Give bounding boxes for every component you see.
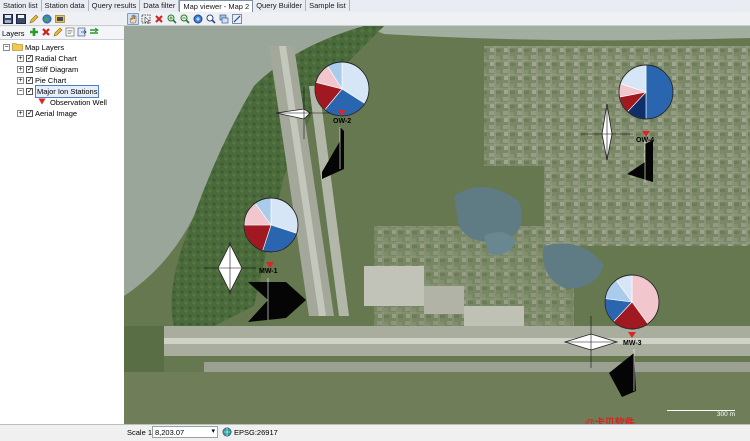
scale-value: 8,203.07 — [155, 428, 185, 437]
layers-tree: − Map Layers + ✓ Radial Chart + ✓ Stiff … — [0, 39, 124, 425]
chevron-down-icon[interactable]: ▾ — [211, 427, 215, 435]
station-label-ow-4[interactable]: OW-4 — [636, 137, 654, 144]
observation-well-mw-3 — [628, 332, 636, 338]
scale-bar: 300 m — [667, 410, 735, 418]
legend-observation-well: Observation Well — [38, 97, 107, 108]
status-bar: Scale 1: 8,203.07 ▾ EPSG:26917 — [0, 424, 750, 441]
map-canvas[interactable]: OW-2 OW-4 MW-1 MW-3 300 m @卡贝软件 — [124, 26, 750, 424]
tab-query-builder[interactable]: Query Builder — [253, 0, 307, 11]
stiff-diagram-ow-4 — [627, 140, 653, 182]
expand-icon[interactable]: + — [17, 55, 24, 62]
layer-item-radial-chart[interactable]: + ✓ Radial Chart — [17, 53, 77, 64]
save-all-icon[interactable] — [15, 13, 27, 25]
edit-layer-icon[interactable] — [53, 27, 63, 39]
layer-item-major-ion-stations[interactable]: − ✓ Major Ion Stations — [17, 85, 100, 98]
layers-title: Layers — [2, 28, 25, 38]
tab-query-results[interactable]: Query results — [89, 0, 141, 11]
layer-label: Aerial Image — [35, 109, 78, 118]
zoom-window-icon[interactable] — [205, 13, 217, 25]
layer-checkbox[interactable]: ✓ — [26, 66, 33, 73]
collapse-icon[interactable]: − — [17, 88, 24, 95]
layer-properties-icon[interactable] — [65, 27, 75, 39]
save-icon[interactable] — [2, 13, 14, 25]
zoom-in-icon[interactable] — [166, 13, 178, 25]
layer-checkbox[interactable]: ✓ — [26, 110, 33, 117]
scale-bar-label: 300 m — [716, 411, 735, 418]
watermark: @卡贝软件 — [585, 418, 635, 424]
scale-label: Scale 1: — [127, 428, 155, 437]
layer-checkbox[interactable]: ✓ — [26, 55, 33, 62]
layer-label: Radial Chart — [35, 54, 77, 63]
zoom-extent-icon[interactable] — [192, 13, 204, 25]
select-icon[interactable] — [140, 13, 152, 25]
radial-chart-mw-3-axes — [565, 316, 617, 368]
layer-checkbox[interactable]: ✓ — [26, 77, 33, 84]
layer-sort-icon[interactable] — [89, 27, 99, 39]
layer-item-stiff-diagram[interactable]: + ✓ Stiff Diagram — [17, 64, 78, 75]
station-label-mw-1[interactable]: MW-1 — [259, 268, 278, 275]
stiff-diagram-ow-2 — [322, 127, 344, 179]
delete-icon[interactable] — [153, 13, 165, 25]
map-overlay — [204, 61, 674, 397]
layer-export-icon[interactable] — [77, 27, 87, 39]
station-label-mw-3[interactable]: MW-3 — [623, 340, 642, 347]
layer-root-map-layers[interactable]: − Map Layers — [3, 42, 64, 53]
folder-icon — [12, 42, 23, 54]
edit-icon[interactable] — [28, 13, 40, 25]
expand-icon[interactable]: + — [17, 110, 24, 117]
stiff-diagram-mw-1 — [248, 282, 306, 322]
legend-label: Observation Well — [50, 98, 107, 107]
layer-checkbox[interactable]: ✓ — [26, 88, 33, 95]
layers-toolbar — [0, 12, 124, 26]
remove-layer-icon[interactable] — [41, 27, 51, 39]
expand-icon[interactable]: + — [17, 77, 24, 84]
scale-select[interactable]: 8,203.07 ▾ — [152, 426, 218, 438]
pan-hand-icon[interactable] — [127, 12, 139, 25]
add-layer-icon[interactable] — [29, 27, 39, 39]
layer-item-aerial-image[interactable]: + ✓ Aerial Image — [17, 108, 77, 119]
layer-root-label: Map Layers — [25, 43, 65, 52]
measure-icon[interactable] — [231, 13, 243, 25]
tab-station-data[interactable]: Station data — [42, 0, 89, 11]
globe-icon — [222, 427, 232, 439]
radial-chart-ow-4-axes — [581, 108, 633, 160]
layers-header: Layers — [0, 27, 124, 39]
crs-label: EPSG:26917 — [234, 428, 278, 437]
tab-data-filter[interactable]: Data filter — [140, 0, 180, 11]
zoom-out-icon[interactable] — [179, 13, 191, 25]
radial-chart-ow-2 — [275, 108, 311, 120]
map-toolbar — [124, 12, 750, 26]
layers-icon[interactable] — [218, 13, 230, 25]
tab-sample-list[interactable]: Sample list — [306, 0, 350, 11]
pie-ow-4-slice-0 — [645, 64, 674, 120]
stiff-diagram-mw-3 — [609, 353, 636, 397]
globe-icon[interactable] — [41, 13, 53, 25]
layer-label: Stiff Diagram — [35, 65, 79, 74]
expand-icon[interactable]: + — [17, 66, 24, 73]
radial-chart-mw-1-axes — [204, 242, 256, 294]
collapse-icon[interactable]: − — [3, 44, 10, 51]
image-export-icon[interactable] — [54, 13, 66, 25]
tab-station-list[interactable]: Station list — [0, 0, 42, 11]
red-triangle-icon — [38, 97, 46, 108]
station-label-ow-2[interactable]: OW-2 — [333, 118, 351, 125]
